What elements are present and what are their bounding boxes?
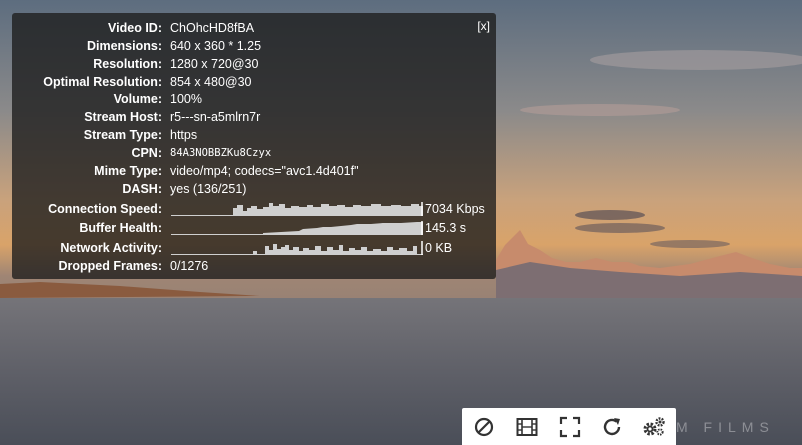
connection-speed-graph — [171, 202, 423, 216]
stream-host-label: Stream Host: — [84, 110, 162, 124]
stats-row-stream-host: Stream Host: r5---sn-a5mlrn7r — [12, 108, 496, 126]
settings-icon — [643, 417, 665, 436]
stats-for-nerds-panel: [x] Video ID: ChOhcHD8fBA Dimensions: 64… — [12, 13, 496, 279]
fullscreen-button[interactable] — [557, 414, 583, 440]
dimensions-value: 640 x 360 * 1.25 — [170, 39, 262, 53]
buffer-health-value: 145.3 s — [425, 221, 467, 235]
stream-type-value: https — [170, 128, 198, 142]
cpn-value: 84A3NOBBZKu8Czyx — [170, 147, 272, 159]
block-button[interactable] — [471, 414, 497, 440]
stats-row-optimal-resolution: Optimal Resolution: 854 x 480@30 — [12, 73, 496, 91]
stats-row-connection-speed: Connection Speed: 7034 Kbps — [12, 200, 496, 218]
mime-type-label: Mime Type: — [94, 164, 162, 178]
optimal-resolution-value: 854 x 480@30 — [170, 75, 252, 89]
stats-row-network-activity: Network Activity: 0 KB — [12, 239, 496, 257]
player-controls-bar — [462, 408, 676, 445]
stats-row-buffer-health: Buffer Health: 145.3 s — [12, 219, 496, 237]
network-activity-value: 0 KB — [425, 241, 453, 255]
block-icon — [474, 417, 494, 437]
network-activity-graph — [171, 241, 423, 255]
dimensions-label: Dimensions: — [86, 39, 162, 53]
optimal-resolution-label: Optimal Resolution: — [43, 75, 162, 89]
film-icon — [516, 418, 538, 436]
stats-row-dash: DASH: yes (136/251) — [12, 180, 496, 198]
resolution-label: Resolution: — [93, 57, 162, 71]
settings-button[interactable] — [641, 414, 667, 440]
buffer-health-graph — [171, 221, 423, 235]
video-id-label: Video ID: — [108, 21, 162, 35]
stream-type-label: Stream Type: — [83, 128, 162, 142]
stats-row-dimensions: Dimensions: 640 x 360 * 1.25 — [12, 37, 496, 55]
dash-value: yes (136/251) — [170, 182, 247, 196]
dropped-frames-label: Dropped Frames: — [58, 259, 163, 273]
connection-speed-label: Connection Speed: — [48, 202, 162, 216]
network-activity-label: Network Activity: — [60, 241, 162, 255]
cpn-label: CPN: — [131, 146, 162, 160]
refresh-icon — [603, 418, 621, 436]
dropped-frames-value: 0/1276 — [170, 259, 209, 273]
stream-host-value: r5---sn-a5mlrn7r — [170, 110, 261, 124]
watermark: M FILMS — [676, 419, 775, 435]
film-button[interactable] — [514, 414, 540, 440]
stats-row-stream-type: Stream Type: https — [12, 126, 496, 144]
refresh-button[interactable] — [599, 414, 625, 440]
stats-row-video-id: Video ID: ChOhcHD8fBA — [12, 19, 496, 37]
stats-row-volume: Volume: 100% — [12, 90, 496, 108]
stats-row-dropped-frames: Dropped Frames: 0/1276 — [12, 257, 496, 275]
dash-label: DASH: — [122, 182, 162, 196]
stats-row-mime-type: Mime Type: video/mp4; codecs="avc1.4d401… — [12, 162, 496, 180]
stats-row-cpn: CPN: 84A3NOBBZKu8Czyx — [12, 144, 496, 162]
resolution-value: 1280 x 720@30 — [170, 57, 259, 71]
volume-value: 100% — [170, 92, 202, 106]
mime-type-value: video/mp4; codecs="avc1.4d401f" — [170, 164, 359, 178]
video-id-value: ChOhcHD8fBA — [170, 21, 255, 35]
connection-speed-value: 7034 Kbps — [425, 202, 485, 216]
fullscreen-icon — [559, 416, 581, 438]
stats-row-resolution: Resolution: 1280 x 720@30 — [12, 55, 496, 73]
volume-label: Volume: — [113, 92, 162, 106]
buffer-health-label: Buffer Health: — [79, 221, 162, 235]
